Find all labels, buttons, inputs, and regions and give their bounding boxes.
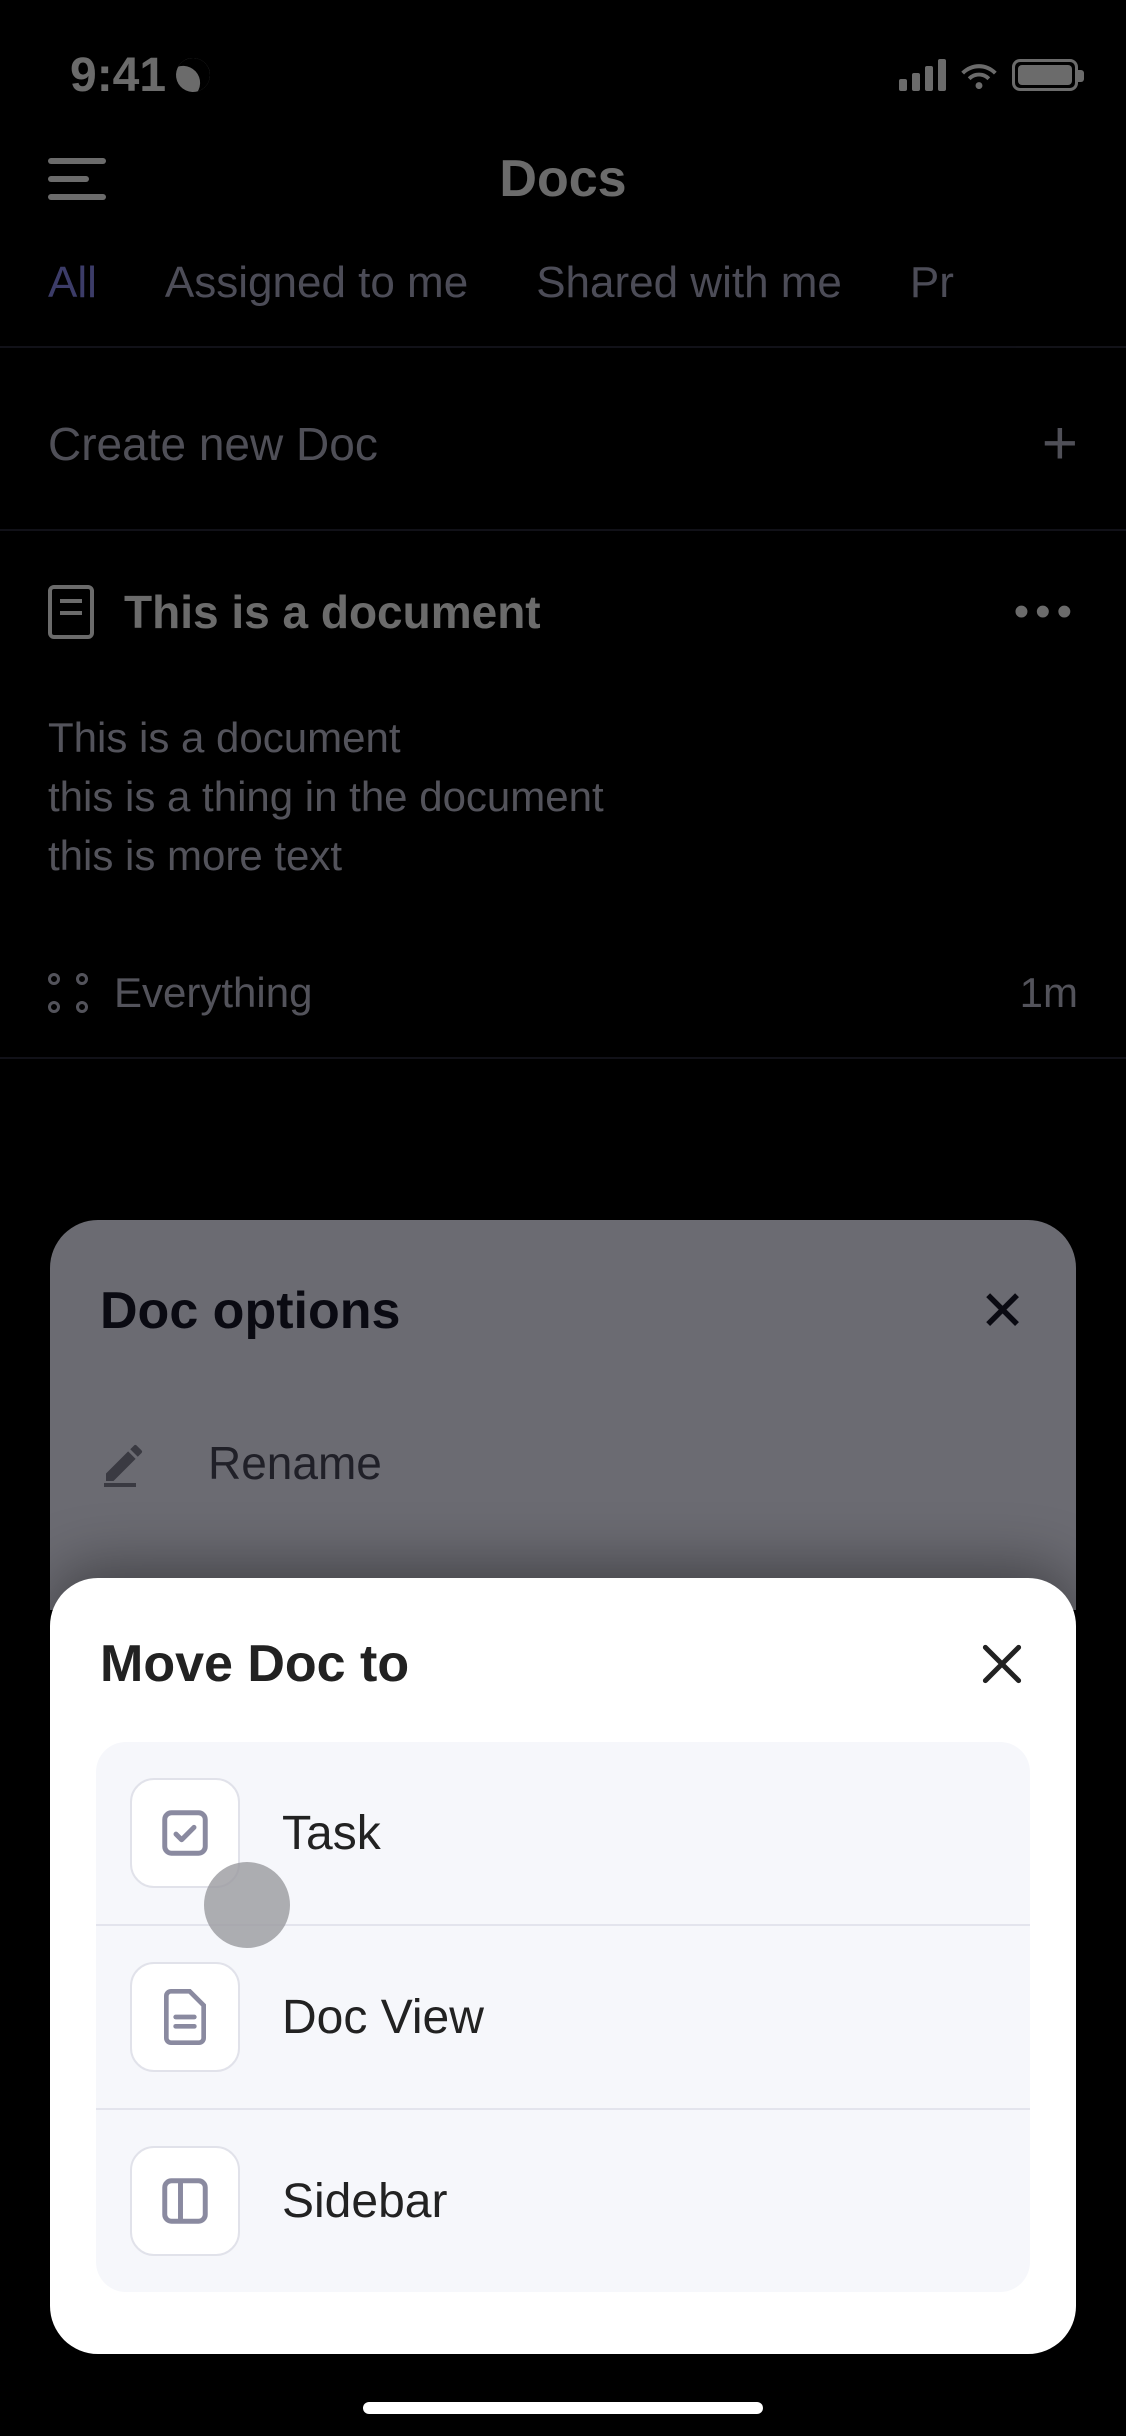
doc-option-rename[interactable]: Rename	[100, 1436, 1026, 1490]
move-option-sidebar[interactable]: Sidebar	[96, 2110, 1030, 2292]
tab-private[interactable]: Pr	[910, 258, 954, 308]
doc-age: 1m	[1020, 969, 1078, 1017]
cellular-icon	[899, 59, 946, 91]
doc-location: Everything	[48, 969, 312, 1017]
doc-location-label: Everything	[114, 969, 312, 1017]
wifi-icon	[960, 61, 998, 89]
tabs: All Assigned to me Shared with me Pr	[0, 240, 1126, 308]
header: Docs	[0, 110, 1126, 240]
home-indicator[interactable]	[363, 2402, 763, 2414]
touch-indicator	[204, 1862, 290, 1948]
move-doc-close-button[interactable]	[978, 1640, 1026, 1688]
status-bar: 9:41	[0, 0, 1126, 110]
moon-icon	[171, 53, 215, 97]
menu-button[interactable]	[48, 158, 106, 200]
page-title: Docs	[499, 149, 626, 209]
tab-shared[interactable]: Shared with me	[536, 258, 842, 308]
doc-preview: This is a document this is a thing in th…	[48, 709, 1078, 885]
doc-card[interactable]: This is a document ••• This is a documen…	[0, 529, 1126, 1059]
move-option-sidebar-label: Sidebar	[282, 2174, 447, 2229]
move-option-docview[interactable]: Doc View	[96, 1926, 1030, 2110]
pencil-icon	[100, 1439, 148, 1487]
sidebar-icon	[130, 2146, 240, 2256]
move-doc-list: Task Doc View Sidebar	[96, 1742, 1030, 2292]
move-option-docview-label: Doc View	[282, 1990, 484, 2045]
doc-icon	[48, 585, 94, 639]
tab-all[interactable]: All	[48, 258, 97, 308]
doc-options-close-icon[interactable]: ✕	[979, 1278, 1026, 1344]
tab-assigned[interactable]: Assigned to me	[165, 258, 468, 308]
move-doc-sheet: Move Doc to Task Doc View Sidebar	[50, 1578, 1076, 2354]
battery-icon	[1012, 59, 1078, 91]
move-option-task-label: Task	[282, 1806, 381, 1861]
create-doc-row[interactable]: Create new Doc +	[0, 346, 1126, 529]
plus-icon: +	[1042, 408, 1078, 479]
status-time: 9:41	[70, 48, 166, 103]
doc-options-sheet: Doc options ✕ Rename	[50, 1220, 1076, 1610]
docview-icon	[130, 1962, 240, 2072]
move-doc-title: Move Doc to	[100, 1634, 409, 1694]
doc-title: This is a document	[124, 585, 984, 639]
create-doc-label: Create new Doc	[48, 417, 378, 471]
everything-icon	[48, 973, 88, 1013]
doc-more-button[interactable]: •••	[1014, 587, 1078, 637]
doc-option-rename-label: Rename	[208, 1436, 382, 1490]
doc-options-title: Doc options	[100, 1281, 400, 1341]
